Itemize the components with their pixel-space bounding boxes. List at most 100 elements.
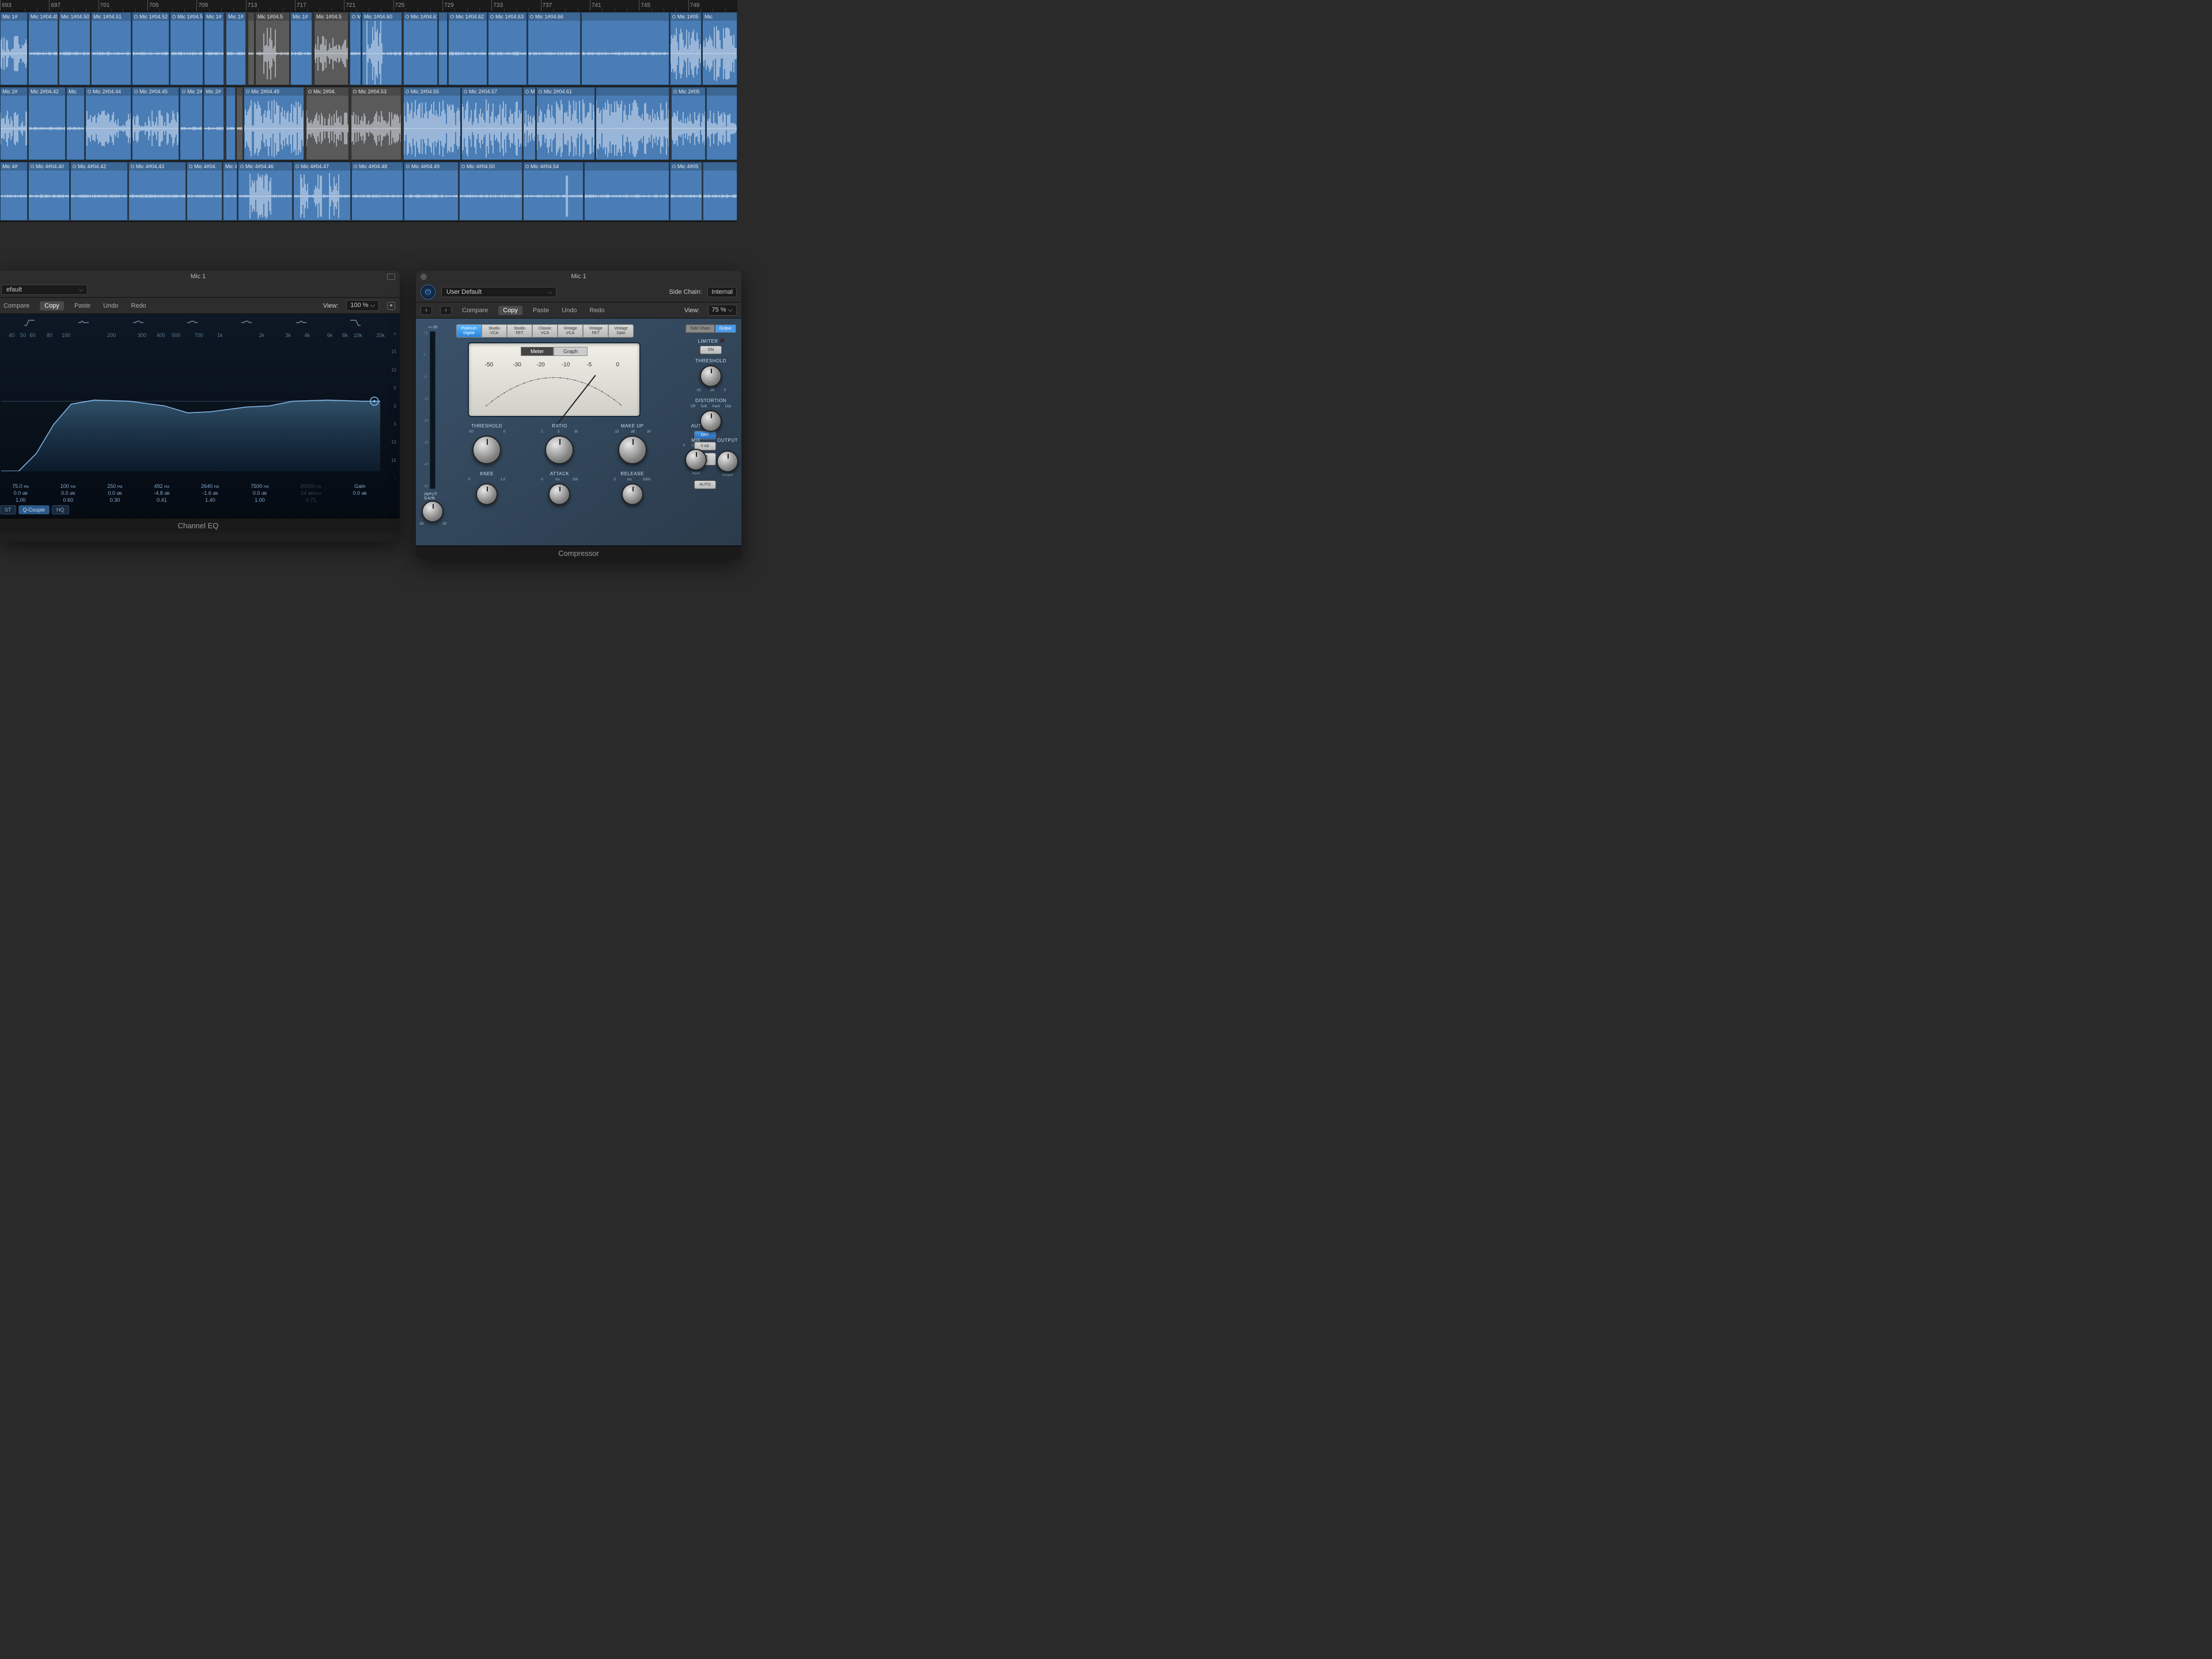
eq-band-icon[interactable]: [23, 319, 36, 327]
audio-region[interactable]: Mic 4#04.42: [70, 162, 128, 221]
audio-region[interactable]: Mic 4#04.47: [293, 162, 351, 221]
comp-type-button[interactable]: VintageOpto: [608, 324, 634, 338]
audio-region[interactable]: Mic: [702, 12, 737, 85]
compressor-window[interactable]: Mic 1 ⏻ User Default Side Chain: Interna…: [416, 271, 741, 559]
eq-band-icon[interactable]: [240, 319, 253, 327]
eq-preset-select[interactable]: efault: [1, 285, 88, 295]
audio-region[interactable]: Mic 2#04.45: [132, 87, 179, 160]
audio-region[interactable]: Mic 1#: [0, 12, 28, 85]
audio-region[interactable]: Mic 1#: [204, 12, 224, 85]
audio-region[interactable]: Mic 2#04.61: [536, 87, 595, 160]
threshold-knob[interactable]: [472, 435, 501, 464]
ratio-knob[interactable]: [545, 435, 574, 464]
audio-region[interactable]: Mic 4#: [223, 162, 237, 221]
redo-button[interactable]: Redo: [587, 306, 607, 315]
audio-region[interactable]: Mic 4#04.: [187, 162, 222, 221]
audio-region[interactable]: Mic 2#04.: [306, 87, 349, 160]
audio-region[interactable]: Mic 1#04.60: [362, 12, 402, 85]
timeline-ruler[interactable]: 6936977017057097137177217257297337377417…: [0, 0, 737, 12]
audio-region[interactable]: Mic 1#04.63: [488, 12, 527, 85]
close-icon[interactable]: [421, 274, 427, 280]
sidechain-select[interactable]: Internal: [707, 287, 737, 297]
audio-region[interactable]: Mic 2#: [180, 87, 203, 160]
eq-band-icon[interactable]: [77, 319, 90, 327]
audio-region[interactable]: Mic 4#04.54: [523, 162, 584, 221]
redo-button[interactable]: Redo: [128, 301, 148, 310]
audio-region[interactable]: Mic 4#04.49: [404, 162, 459, 221]
audio-region[interactable]: [226, 87, 236, 160]
eq-band-params[interactable]: 7500 Hz0.0 dB1.00: [251, 483, 269, 512]
comp-preset-select[interactable]: User Default: [441, 287, 556, 297]
eq-band-params[interactable]: 20000 Hz24 dB/Oct0.71: [300, 483, 321, 512]
channel-eq-window[interactable]: Mic 1 efault Compare Copy Paste Undo Red…: [0, 271, 400, 541]
eq-band-icon[interactable]: [349, 319, 362, 327]
paste-button[interactable]: Paste: [72, 301, 93, 310]
audio-region[interactable]: Mic 2#04.49: [244, 87, 304, 160]
audio-region[interactable]: Mic 2#: [0, 87, 28, 160]
audio-region[interactable]: Mic 4#04.48: [351, 162, 403, 221]
audio-region[interactable]: Mic 4#05: [670, 162, 702, 221]
audio-region[interactable]: Mic 1#04.50: [59, 12, 90, 85]
audio-region[interactable]: Mic 4#04.43: [128, 162, 186, 221]
audio-region[interactable]: Mic 1#04.5: [255, 12, 290, 85]
audio-region[interactable]: Mic 1#: [226, 12, 246, 85]
audio-region[interactable]: Mic 1#04.51: [91, 12, 131, 85]
eq-st-button[interactable]: ST: [0, 505, 16, 514]
comp-type-button[interactable]: ClassicVCA: [532, 324, 558, 338]
eq-band-icon[interactable]: [186, 319, 199, 327]
eq-graph[interactable]: [1, 331, 380, 481]
link-icon[interactable]: ⚭: [387, 302, 395, 310]
undo-button[interactable]: Undo: [101, 301, 120, 310]
audio-region[interactable]: Mic 1#04.5: [314, 12, 349, 85]
power-icon[interactable]: ⏻: [421, 285, 435, 300]
compare-button[interactable]: Compare: [1, 301, 32, 310]
knee-knob[interactable]: [476, 483, 498, 505]
comp-type-button[interactable]: StudioVCA: [482, 324, 507, 338]
comp-titlebar[interactable]: Mic 1: [416, 271, 741, 282]
audio-region[interactable]: Mic 4#04.40: [28, 162, 70, 221]
eq-qcouple-button[interactable]: Q-Couple: [18, 505, 50, 514]
audio-region[interactable]: Mic 2#: [203, 87, 224, 160]
graph-tab[interactable]: Graph: [554, 347, 588, 356]
audio-region[interactable]: Mic 1#04.49: [28, 12, 58, 85]
attack-knob[interactable]: [548, 483, 570, 505]
auto-release-button[interactable]: AUTO: [694, 480, 716, 489]
eq-hq-button[interactable]: HQ: [52, 505, 69, 514]
eq-zoom-select[interactable]: 100 % ⌵: [346, 300, 379, 311]
paste-button[interactable]: Paste: [531, 306, 551, 315]
compare-button[interactable]: Compare: [460, 306, 490, 315]
comp-type-button[interactable]: VintageVCA: [558, 324, 583, 338]
eq-master-gain[interactable]: Gain0.0 dB: [353, 483, 367, 512]
audio-region[interactable]: Mic 1#04.53: [170, 12, 203, 85]
audio-region[interactable]: Mic 2#04.55: [403, 87, 461, 160]
audio-region[interactable]: Mic: [66, 87, 85, 160]
prev-button[interactable]: ‹: [421, 306, 432, 315]
audio-region[interactable]: Mic 2#04.57: [461, 87, 522, 160]
output-tab[interactable]: Output: [715, 324, 736, 333]
audio-region[interactable]: [438, 12, 448, 85]
audio-region[interactable]: Mic 1#05: [670, 12, 702, 85]
audio-region[interactable]: [596, 87, 669, 160]
eq-band-params[interactable]: 2640 Hz-1.6 dB1.40: [201, 483, 219, 512]
comp-zoom-select[interactable]: 75 % ⌵: [708, 305, 737, 316]
audio-region[interactable]: [248, 12, 255, 85]
audio-region[interactable]: Mic 1#04.62: [448, 12, 487, 85]
audio-region[interactable]: [584, 162, 669, 221]
eq-band-params[interactable]: 250 Hz0.0 dB0.30: [107, 483, 123, 512]
audio-region[interactable]: Mic 2#04.53: [351, 87, 402, 160]
audio-region[interactable]: [706, 87, 737, 160]
meter-tab[interactable]: Meter: [521, 347, 554, 356]
audio-region[interactable]: Mic 2#04.42: [28, 87, 66, 160]
eq-band-params[interactable]: 492 Hz-4.8 dB0.41: [154, 483, 169, 512]
eq-band-icon[interactable]: [132, 319, 145, 327]
distortion-knob[interactable]: [700, 410, 722, 432]
audio-region[interactable]: Mic 1#04.52: [132, 12, 169, 85]
comp-type-button[interactable]: StudioFET: [507, 324, 532, 338]
audio-region[interactable]: Mic 4#04.50: [459, 162, 522, 221]
audio-region[interactable]: Mic 1#04.66: [528, 12, 581, 85]
eq-band-icon[interactable]: [295, 319, 308, 327]
audio-region[interactable]: Mic 2#05: [671, 87, 706, 160]
input-gain-knob[interactable]: [422, 501, 444, 522]
eq-titlebar[interactable]: Mic 1: [0, 271, 400, 282]
output-gain-knob[interactable]: [717, 450, 738, 472]
